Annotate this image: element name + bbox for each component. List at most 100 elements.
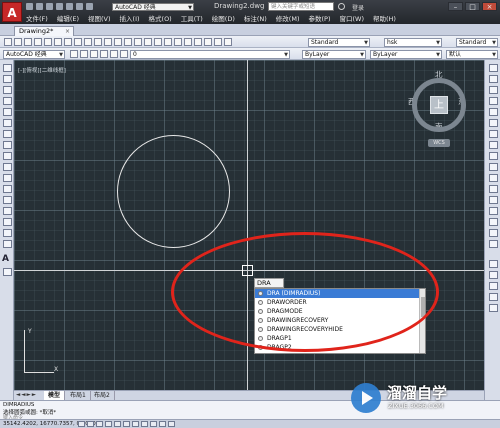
wcs-menu-button[interactable]: WCS <box>428 139 450 147</box>
save-icon[interactable] <box>24 38 32 46</box>
tpy-icon[interactable] <box>168 421 175 427</box>
region-icon[interactable] <box>3 240 12 248</box>
viewcube-ring[interactable]: 上 <box>412 78 466 132</box>
redo-icon[interactable] <box>114 38 122 46</box>
construction-line-icon[interactable] <box>3 75 12 83</box>
lightbulb-icon[interactable] <box>90 50 98 58</box>
extend-icon[interactable] <box>489 174 498 182</box>
zoom-previous-icon[interactable] <box>154 38 162 46</box>
redo-icon[interactable] <box>86 3 93 10</box>
make-block-icon[interactable] <box>3 196 12 204</box>
ellipse-arc-icon[interactable] <box>3 174 12 182</box>
text-style-select[interactable]: Standard ▼ <box>308 38 370 47</box>
lock-icon[interactable] <box>110 50 118 58</box>
arc-icon[interactable] <box>3 119 12 127</box>
menu-tools[interactable]: 工具(T) <box>181 13 203 23</box>
sun-icon[interactable] <box>100 50 108 58</box>
linear-dimension-icon[interactable] <box>489 260 498 268</box>
revision-cloud-icon[interactable] <box>3 141 12 149</box>
zoom-realtime-icon[interactable] <box>134 38 142 46</box>
print-icon[interactable] <box>66 3 73 10</box>
new-file-icon[interactable] <box>26 3 33 10</box>
menu-parametric[interactable]: 参数(P) <box>308 13 330 23</box>
join-icon[interactable] <box>489 207 498 215</box>
tab-layout1[interactable]: 布局1 <box>66 391 91 400</box>
drawn-circle[interactable] <box>117 135 230 248</box>
hatch-icon[interactable] <box>3 218 12 226</box>
insert-block-icon[interactable] <box>3 185 12 193</box>
polygon-icon[interactable] <box>3 97 12 105</box>
search-input[interactable]: 键入关键字或短语 <box>268 2 334 11</box>
login-link[interactable]: 登录 <box>352 3 364 12</box>
ortho-icon[interactable] <box>96 421 103 427</box>
trim-icon[interactable] <box>489 163 498 171</box>
maximize-button[interactable]: □ <box>465 2 480 11</box>
menu-modify[interactable]: 修改(M) <box>276 13 300 23</box>
calculator-icon[interactable] <box>214 38 222 46</box>
open-icon[interactable] <box>14 38 22 46</box>
erase-icon[interactable] <box>489 64 498 72</box>
close-icon[interactable]: × <box>65 27 70 36</box>
rectangle-icon[interactable] <box>3 108 12 116</box>
workspace-select[interactable]: AutoCAD 经典 ▼ <box>112 3 194 11</box>
save-icon[interactable] <box>46 3 53 10</box>
3d-osnap-icon[interactable] <box>123 421 130 427</box>
otrack-icon[interactable] <box>132 421 139 427</box>
menu-draw[interactable]: 绘图(D) <box>212 13 235 23</box>
table-style-select[interactable]: Standard ▼ <box>456 38 498 47</box>
scale-icon[interactable] <box>489 141 498 149</box>
lineweight-select[interactable]: 默认 ▼ <box>446 50 498 59</box>
dim-style-select[interactable]: hsk ▼ <box>384 38 442 47</box>
break-icon[interactable] <box>489 196 498 204</box>
viewport-label[interactable]: [-][俯视][二维线框] <box>18 66 66 74</box>
multiline-text-icon[interactable]: A <box>2 254 9 264</box>
design-center-icon[interactable] <box>174 38 182 46</box>
publish-icon[interactable] <box>54 38 62 46</box>
menu-dimension[interactable]: 标注(N) <box>244 13 267 23</box>
color-select[interactable]: ByLayer ▼ <box>302 50 366 59</box>
markup-icon[interactable] <box>204 38 212 46</box>
workspace-select-2[interactable]: AutoCAD 经典 ▼ <box>3 50 65 59</box>
copy-icon[interactable] <box>74 38 82 46</box>
undo-icon[interactable] <box>104 38 112 46</box>
zoom-window-icon[interactable] <box>144 38 152 46</box>
layer-properties-icon[interactable] <box>70 50 78 58</box>
autocad-logo-icon[interactable]: A <box>2 2 22 22</box>
new-icon[interactable] <box>4 38 12 46</box>
ducs-icon[interactable] <box>141 421 148 427</box>
drawing-canvas[interactable]: [-][俯视][二维线框] 北 南 西 东 上 WCS Y X DRA DRA … <box>14 60 484 390</box>
viewcube-top-face[interactable]: 上 <box>430 96 448 114</box>
copy-object-icon[interactable] <box>489 75 498 83</box>
open-file-icon[interactable] <box>36 3 43 10</box>
menu-insert[interactable]: 插入(I) <box>120 13 140 23</box>
pan-icon[interactable] <box>124 38 132 46</box>
aligned-dimension-icon[interactable] <box>489 271 498 279</box>
osnap-icon[interactable] <box>114 421 121 427</box>
offset-icon[interactable] <box>489 97 498 105</box>
sheet-set-icon[interactable] <box>194 38 202 46</box>
minimize-button[interactable]: – <box>448 2 463 11</box>
polyline-icon[interactable] <box>3 86 12 94</box>
angular-dimension-icon[interactable] <box>489 304 498 312</box>
menu-file[interactable]: 文件(F) <box>26 13 48 23</box>
menu-window[interactable]: 窗口(W) <box>339 13 364 23</box>
dyn-icon[interactable] <box>150 421 157 427</box>
ellipse-icon[interactable] <box>3 163 12 171</box>
array-icon[interactable] <box>489 108 498 116</box>
properties-icon[interactable] <box>164 38 172 46</box>
circle-icon[interactable] <box>3 130 12 138</box>
fillet-icon[interactable] <box>489 229 498 237</box>
radius-dimension-icon[interactable] <box>489 282 498 290</box>
color-swatch-icon[interactable] <box>120 50 128 58</box>
mirror-icon[interactable] <box>489 86 498 94</box>
lineweight-toggle-icon[interactable] <box>159 421 166 427</box>
tool-palettes-icon[interactable] <box>184 38 192 46</box>
chamfer-icon[interactable] <box>489 218 498 226</box>
preview-icon[interactable] <box>44 38 52 46</box>
menu-format[interactable]: 格式(O) <box>149 13 172 23</box>
polar-icon[interactable] <box>105 421 112 427</box>
move-icon[interactable] <box>489 119 498 127</box>
help-icon[interactable] <box>224 38 232 46</box>
break-at-point-icon[interactable] <box>489 185 498 193</box>
save-as-icon[interactable] <box>56 3 63 10</box>
